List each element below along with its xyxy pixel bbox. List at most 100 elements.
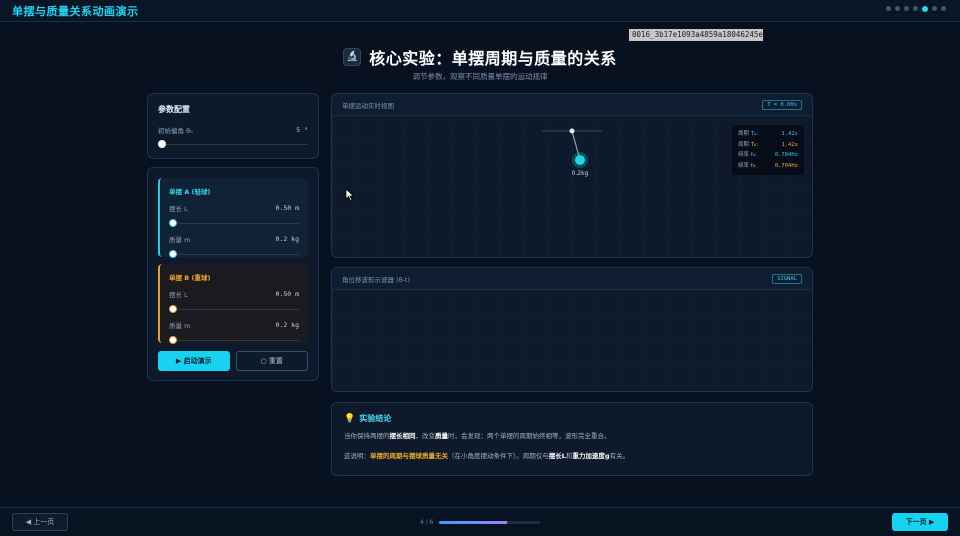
stat-row: 周期 Tₐ: 1.42s xyxy=(738,129,798,140)
microscope-icon: 🔬 xyxy=(343,47,362,66)
pendulum-a-mass-track xyxy=(169,253,299,255)
pendulum-b-length-value: 0.50 m xyxy=(275,290,299,298)
nav-dot-6[interactable] xyxy=(932,6,937,11)
pendulum-b-length-track xyxy=(169,308,299,310)
stat-label: 周期 xyxy=(738,141,750,148)
progress-fill xyxy=(439,521,507,524)
pendulum-b-mass-slider[interactable] xyxy=(169,336,299,344)
stat-sub: fᵦ: xyxy=(750,162,757,169)
top-bar: 单摆与质量关系动画演示 xyxy=(0,0,960,22)
pendulum-b-card: 单摆 B (重球) 摆长 L 0.50 m 质量 m 0.2 kg xyxy=(158,264,308,344)
pendulum-b-mass-thumb[interactable] xyxy=(169,336,177,344)
angle-label: 初始偏角 θ₀ xyxy=(158,127,193,135)
next-page-button[interactable]: 下一页 ▶ xyxy=(892,513,948,531)
page-indicator: 4 / 6 xyxy=(420,519,434,526)
stat-sub: Tᵦ: xyxy=(750,141,759,148)
pendulum-b-mass-track xyxy=(169,339,299,341)
stat-row: 频率 fᵦ: 0.704Hz xyxy=(738,161,798,172)
conclusion-header: 💡 实验结论 xyxy=(344,413,800,424)
start-demo-button[interactable]: ▶ 启动演示 xyxy=(158,351,230,371)
mouse-cursor-icon xyxy=(345,188,355,202)
stat-sub: fₐ: xyxy=(750,152,757,158)
pendulum-b-mass-row: 质量 m 0.2 kg xyxy=(169,320,299,330)
pendulum-b-mass-value: 0.2 kg xyxy=(275,321,299,329)
pendulum-a-title: 单摆 A (轻球) xyxy=(169,188,211,196)
stat-row: 周期 Tᵦ: 1.42s xyxy=(738,140,798,151)
pendulum-a-length-label: 摆长 L xyxy=(169,205,188,213)
oscilloscope-panel: 角位移波形示波器 (θ-t) SIGNAL xyxy=(331,267,813,392)
pendulum-b-length-row: 摆长 L 0.50 m xyxy=(169,289,299,299)
progress: 4 / 6 xyxy=(420,519,541,526)
param-config-title: 参数配置 xyxy=(158,105,190,114)
conclusion-line-1: 当你保持两摆的摆长相同，改变质量时，会发现：两个单摆的周期始终相等，波形完全重合… xyxy=(344,432,800,441)
conclusion-text: （在小角度摆动条件下）。周期仅与 xyxy=(448,452,549,460)
param-config-card: 参数配置 初始偏角 θ₀ 5 ° xyxy=(147,93,319,159)
app-title: 单摆与质量关系动画演示 xyxy=(12,5,139,18)
progress-track xyxy=(439,521,541,524)
pendulum-bob[interactable] xyxy=(575,155,585,165)
oscilloscope-grid xyxy=(332,290,812,391)
pendulum-a-card: 单摆 A (轻球) 摆长 L 0.50 m 质量 m 0.2 kg xyxy=(158,178,308,258)
angle-slider-thumb[interactable] xyxy=(158,140,166,148)
pendulum-canvas: 0.2kg xyxy=(542,128,602,177)
page-subtitle: 调节参数，观察不同质量单摆的运动规律 xyxy=(412,71,548,81)
bob-mass-label: 0.2kg xyxy=(572,170,589,177)
conclusion-text: 有关。 xyxy=(609,452,630,460)
stat-value: 0.704Hz xyxy=(774,162,798,169)
conclusion-highlight: 摆长相同 xyxy=(389,432,416,440)
conclusion-text: ，改变 xyxy=(415,432,436,440)
pendulum-a-length-slider[interactable] xyxy=(169,219,299,227)
pendulum-b-length-thumb[interactable] xyxy=(169,305,177,313)
stat-value: 1.42s xyxy=(781,131,798,137)
pendulum-a-length-thumb[interactable] xyxy=(169,219,177,227)
pendulum-a-mass-label: 质量 m xyxy=(169,236,191,244)
prev-page-button[interactable]: ◀ 上一页 xyxy=(12,513,68,531)
pendulum-a-length-value: 0.50 m xyxy=(275,204,299,212)
stat-label: 频率 xyxy=(738,162,750,169)
stat-value: 1.42s xyxy=(781,141,798,148)
nav-dot-2[interactable] xyxy=(895,6,900,11)
conclusion-highlight: 重力加速度g xyxy=(572,452,610,460)
oscilloscope-panel-header: 角位移波形示波器 (θ-t) SIGNAL xyxy=(332,268,812,290)
conclusion-line-2: 这说明：单摆的周期与摆球质量无关（在小角度摆动条件下）。周期仅与摆长L和重力加速… xyxy=(344,452,800,461)
id-tag: 0016_3b17e1093a4859a18046245e xyxy=(629,29,763,41)
nav-dot-3[interactable] xyxy=(904,6,909,11)
bottom-bar: ◀ 上一页 4 / 6 下一页 ▶ xyxy=(0,507,960,536)
control-buttons: ▶ 启动演示 ○ 重置 xyxy=(158,351,308,371)
nav-dots xyxy=(886,5,946,12)
angle-slider-track xyxy=(158,143,308,145)
pendulum-b-length-slider[interactable] xyxy=(169,305,299,313)
pendulum-a-length-track xyxy=(169,222,299,224)
pendulum-b-length-label: 摆长 L xyxy=(169,291,188,299)
pendulum-a-mass-slider[interactable] xyxy=(169,250,299,258)
nav-dot-4[interactable] xyxy=(913,6,918,11)
conclusion-highlight: 质量 xyxy=(435,432,448,440)
stat-label: 周期 xyxy=(738,131,750,137)
stat-sub: Tₐ: xyxy=(750,131,759,137)
lightbulb-icon: 💡 xyxy=(344,413,356,424)
pendulum-b-title: 单摆 B (重球) xyxy=(169,274,211,282)
pendulum-b-mass-label: 质量 m xyxy=(169,322,191,330)
simulation-panel: 单摆运动实时视图 T = 0.00s 0.2kg 周期 Tₐ: 1.42s 周期… xyxy=(331,93,813,258)
nav-dot-1[interactable] xyxy=(886,6,891,11)
pendulum-a-length-row: 摆长 L 0.50 m xyxy=(169,203,299,213)
conclusion-highlight: 单摆的周期与摆球质量无关 xyxy=(370,452,448,460)
conclusion-highlight: 摆长L xyxy=(548,452,566,460)
angle-value: 5 ° xyxy=(296,126,308,134)
oscilloscope-title: 角位移波形示波器 (θ-t) xyxy=(342,275,411,284)
conclusion-card: 💡 实验结论 当你保持两摆的摆长相同，改变质量时，会发现：两个单摆的周期始终相等… xyxy=(331,402,813,476)
reset-button[interactable]: ○ 重置 xyxy=(235,351,308,371)
pendulum-a-mass-thumb[interactable] xyxy=(169,250,177,258)
conclusion-text: 这说明： xyxy=(344,452,370,460)
pendulum-a-mass-row: 质量 m 0.2 kg xyxy=(169,234,299,244)
nav-dot-5[interactable] xyxy=(922,5,928,12)
pendulum-a-mass-value: 0.2 kg xyxy=(275,235,299,243)
signal-badge: SIGNAL xyxy=(772,273,802,284)
pivot-point xyxy=(569,128,575,134)
stats-box: 周期 Tₐ: 1.42s 周期 Tᵦ: 1.42s 频率 fₐ: 0.704Hz… xyxy=(732,125,804,175)
angle-slider[interactable] xyxy=(158,140,308,148)
stat-value: 0.704Hz xyxy=(774,152,798,158)
nav-dot-7[interactable] xyxy=(941,6,946,11)
conclusion-text: 当你保持两摆的 xyxy=(344,432,390,440)
conclusion-text: 时，会发现：两个单摆的周期始终相等，波形完全重合。 xyxy=(448,432,611,440)
